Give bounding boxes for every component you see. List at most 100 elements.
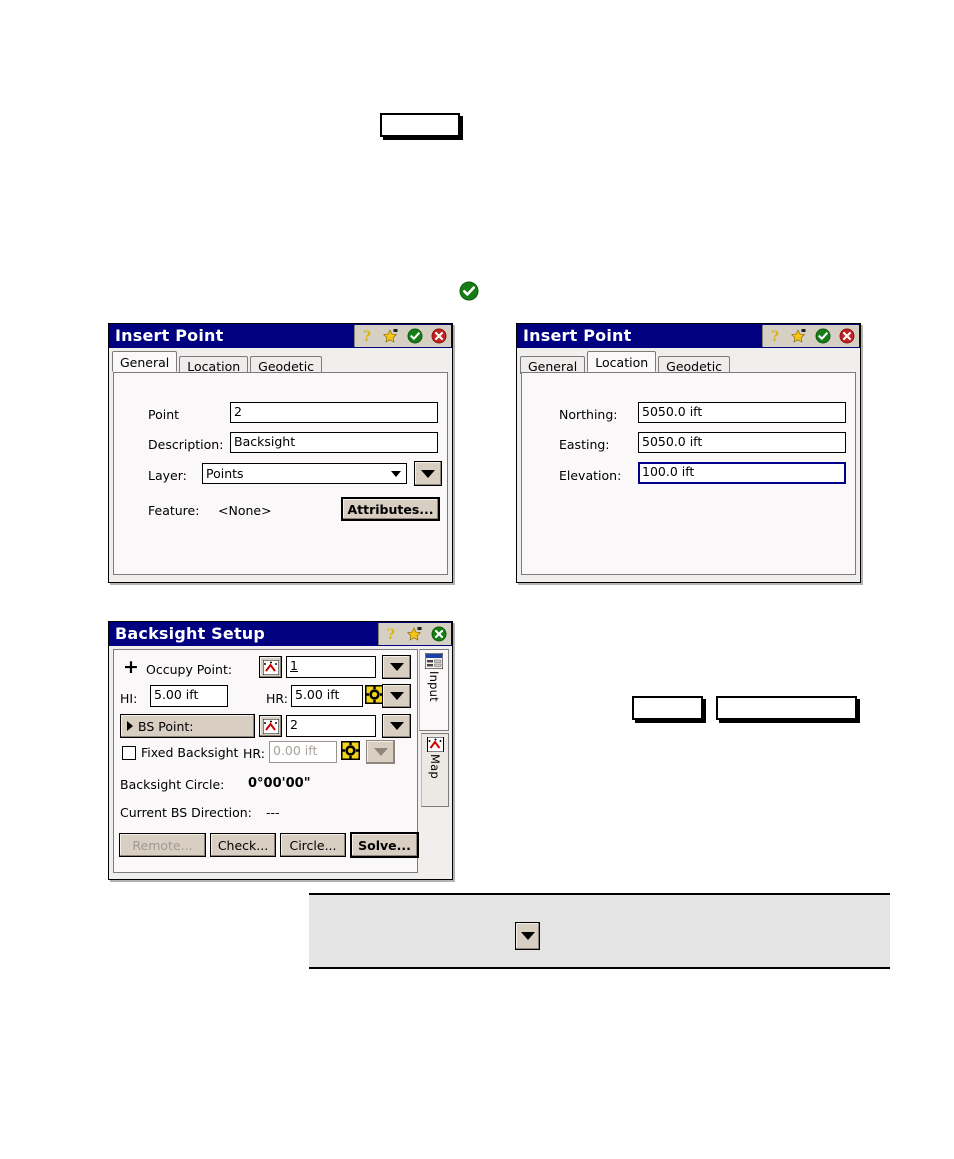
ok-check-icon[interactable] xyxy=(407,328,423,344)
backsight-circle-value: 0°00'00" xyxy=(248,776,311,791)
hr-input[interactable]: 5.00 ift xyxy=(291,685,363,707)
side-tab-map-label: Map xyxy=(428,754,442,779)
occupy-point-dropdown-button[interactable] xyxy=(382,655,411,679)
occupy-point-label: Occupy Point: xyxy=(146,662,233,677)
fixed-backsight-label: Fixed Backsight xyxy=(141,745,239,760)
gray-note-panel xyxy=(309,893,890,969)
insert-point-general-window: Insert Point ? General Location Geodetic… xyxy=(108,323,453,583)
occupy-point-input[interactable]: 1 xyxy=(286,656,376,678)
window-title: Insert Point xyxy=(115,326,224,345)
add-point-icon[interactable]: + xyxy=(123,658,139,677)
layer-label: Layer: xyxy=(148,468,187,483)
point-input[interactable]: 2 xyxy=(230,402,438,423)
side-tab-input[interactable]: Input xyxy=(419,649,449,731)
window-title: Insert Point xyxy=(523,326,632,345)
fixed-backsight-hr-input[interactable]: 0.00 ift xyxy=(269,741,337,763)
favorites-star-icon[interactable] xyxy=(406,626,423,642)
window-title: Backsight Setup xyxy=(115,624,266,643)
input-form-icon xyxy=(425,653,443,669)
empty-outline-box-small xyxy=(632,696,703,720)
elevation-label: Elevation: xyxy=(559,468,622,483)
bs-point-label: BS Point: xyxy=(138,718,194,734)
remote-button[interactable]: Remote... xyxy=(119,833,206,857)
hi-label: HI: xyxy=(120,691,138,706)
occupy-point-pick-icon-button[interactable] xyxy=(259,656,282,678)
svg-text:?: ? xyxy=(387,627,395,642)
check-button[interactable]: Check... xyxy=(210,833,276,857)
empty-outline-box xyxy=(380,113,460,137)
solve-button[interactable]: Solve... xyxy=(350,832,419,858)
bs-point-input[interactable]: 2 xyxy=(286,715,376,737)
chevron-down-icon xyxy=(421,469,435,478)
help-icon[interactable]: ? xyxy=(359,328,375,345)
close-x-icon[interactable] xyxy=(839,328,855,344)
feature-value: <None> xyxy=(218,503,272,518)
backsight-circle-label: Backsight Circle: xyxy=(120,777,225,792)
feature-label: Feature: xyxy=(148,503,200,518)
help-icon[interactable]: ? xyxy=(767,328,783,345)
backsight-content-pane: + Occupy Point: 1 HI: 5.00 ift HR: 5.00 … xyxy=(113,649,419,873)
hr-label: HR: xyxy=(266,691,288,706)
empty-outline-box-wide xyxy=(716,696,857,720)
location-tab-page: Northing: 5050.0 ift Easting: 5050.0 ift… xyxy=(521,372,856,575)
chevron-down-icon xyxy=(389,692,404,700)
fixed-backsight-checkbox[interactable] xyxy=(122,746,136,760)
svg-text:?: ? xyxy=(363,329,371,344)
tab-location[interactable]: Location xyxy=(587,351,657,372)
layer-combobox-value: Points xyxy=(206,466,244,481)
tab-general[interactable]: General xyxy=(112,351,178,372)
chevron-down-icon xyxy=(389,722,404,730)
ok-check-icon xyxy=(459,281,479,301)
title-bar-icons: ? xyxy=(378,623,451,645)
window-title-bar: Insert Point ? xyxy=(109,324,452,348)
general-tab-page: Point 2 Description: Backsight Layer: Po… xyxy=(113,372,448,575)
window-title-bar: Insert Point ? xyxy=(517,324,860,348)
tab-strip: General Location Geodetic xyxy=(109,350,452,374)
svg-text:?: ? xyxy=(771,329,779,344)
current-bs-direction-value: --- xyxy=(266,805,280,820)
ok-check-icon[interactable] xyxy=(815,328,831,344)
northing-input[interactable]: 5050.0 ift xyxy=(638,402,846,423)
bs-point-button[interactable]: BS Point: xyxy=(120,714,255,738)
chevron-down-icon xyxy=(520,932,535,940)
side-tab-input-label: Input xyxy=(427,671,441,702)
chevron-down-icon xyxy=(373,748,388,756)
chevron-down-icon xyxy=(391,470,401,477)
map-points-icon xyxy=(426,737,444,752)
description-input[interactable]: Backsight xyxy=(230,432,438,453)
elevation-input[interactable]: 100.0 ift xyxy=(638,462,846,484)
point-pick-icon xyxy=(262,718,279,734)
layer-dropdown-button[interactable] xyxy=(414,461,442,486)
fixed-backsight-target-prism-icon[interactable] xyxy=(341,741,360,760)
close-x-icon[interactable] xyxy=(431,328,447,344)
close-green-x-icon[interactable] xyxy=(431,626,447,642)
fixed-backsight-hr-label: HR: xyxy=(243,746,265,761)
fixed-backsight-dropdown-button[interactable] xyxy=(366,740,395,764)
description-label: Description: xyxy=(148,437,224,452)
panel-dropdown-button[interactable] xyxy=(515,922,540,950)
bs-point-dropdown-button[interactable] xyxy=(382,714,411,738)
insert-point-location-window: Insert Point ? General Location Geodetic… xyxy=(516,323,861,583)
triangle-right-icon xyxy=(127,721,133,731)
point-label: Point xyxy=(148,407,180,422)
title-bar-icons: ? xyxy=(762,325,859,347)
side-tab-map[interactable]: Map xyxy=(421,733,449,807)
backsight-setup-window: Backsight Setup ? + Occupy Point: 1 HI: … xyxy=(108,621,453,880)
bs-point-pick-icon-button[interactable] xyxy=(259,715,282,737)
chevron-down-icon xyxy=(389,663,404,671)
easting-input[interactable]: 5050.0 ift xyxy=(638,432,846,453)
easting-label: Easting: xyxy=(559,437,610,452)
hr-dropdown-button[interactable] xyxy=(382,684,411,708)
northing-label: Northing: xyxy=(559,407,618,422)
favorites-star-icon[interactable] xyxy=(382,328,399,344)
current-bs-direction-label: Current BS Direction: xyxy=(120,805,252,820)
attributes-button[interactable]: Attributes... xyxy=(341,497,440,521)
title-bar-icons: ? xyxy=(354,325,451,347)
favorites-star-icon[interactable] xyxy=(790,328,807,344)
hi-input[interactable]: 5.00 ift xyxy=(150,685,228,707)
circle-button[interactable]: Circle... xyxy=(280,833,346,857)
target-prism-icon xyxy=(341,741,360,760)
help-icon[interactable]: ? xyxy=(383,626,399,643)
window-title-bar: Backsight Setup ? xyxy=(109,622,452,646)
layer-combobox[interactable]: Points xyxy=(202,463,407,484)
